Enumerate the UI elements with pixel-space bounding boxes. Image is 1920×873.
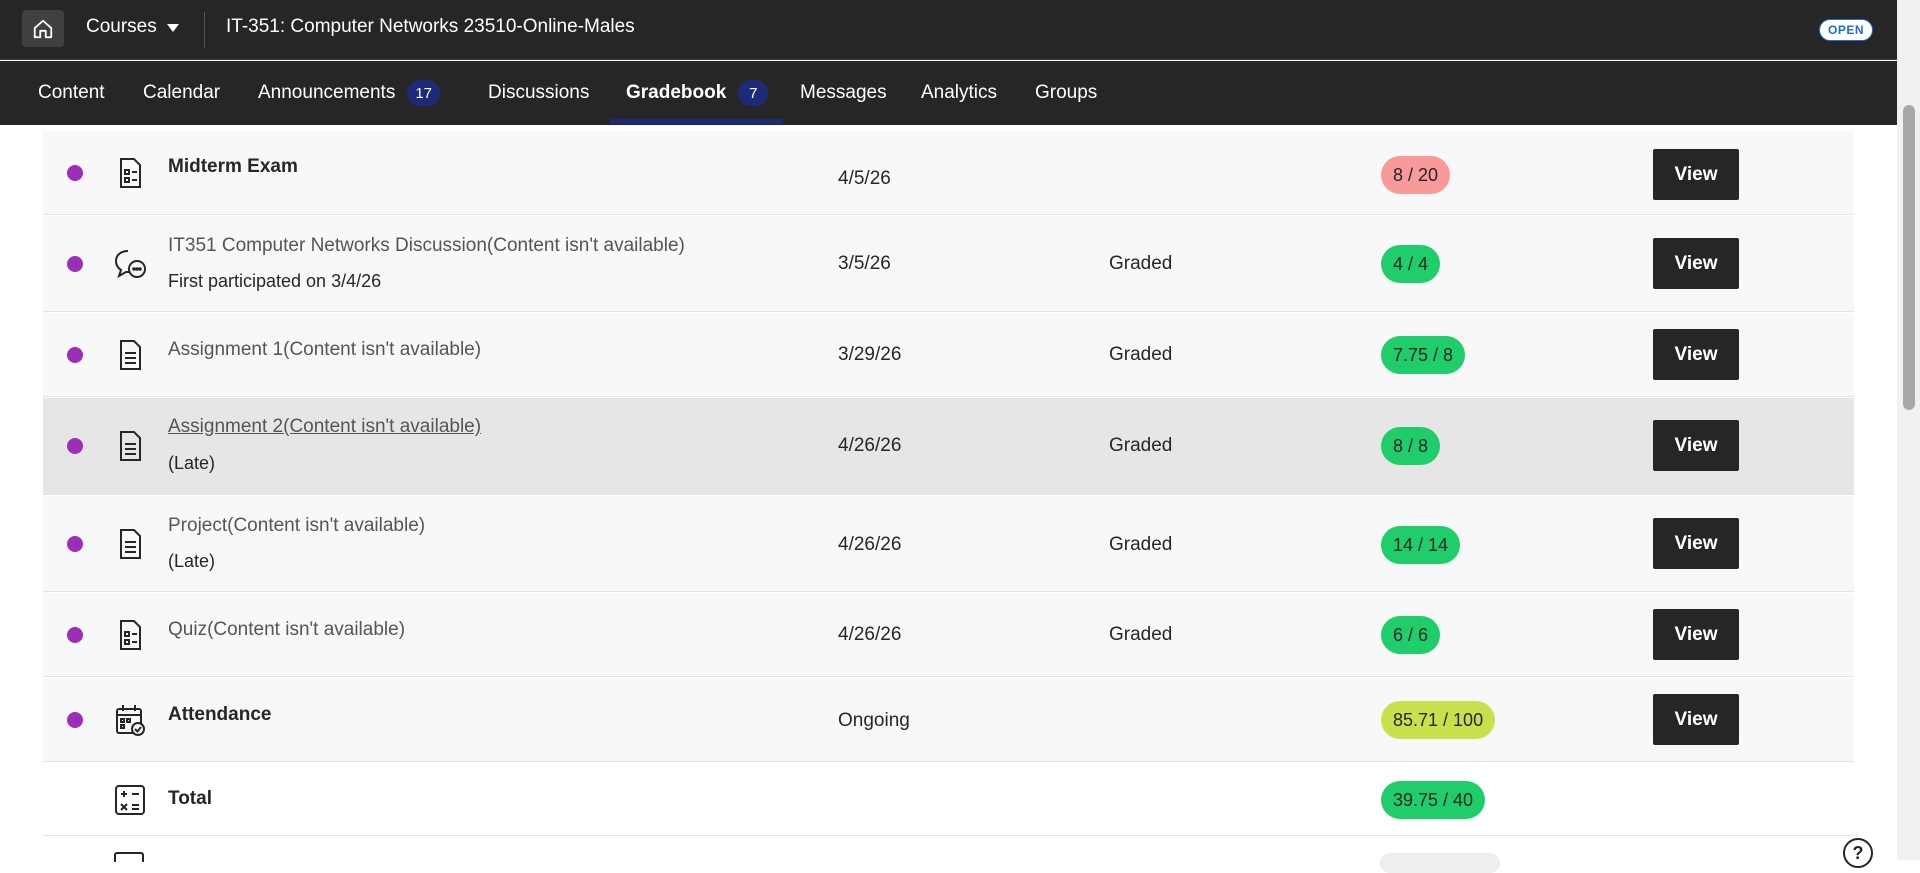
tab-label: Messages — [800, 82, 887, 103]
item-status: Graded — [1109, 624, 1173, 645]
grade-pill: 7.75 / 8 — [1381, 336, 1466, 374]
tab-discussions[interactable]: Discussions — [488, 61, 589, 125]
grade-pill: 6 / 6 — [1381, 616, 1441, 654]
home-icon — [33, 19, 53, 38]
item-name[interactable]: Midterm Exam — [168, 156, 298, 178]
item-status: Graded — [1109, 435, 1173, 456]
view-button[interactable]: View — [1653, 694, 1739, 745]
grade-pill: 8 / 8 — [1381, 427, 1441, 465]
item-name[interactable]: IT351 Computer Networks Discussion(Conte… — [168, 235, 685, 257]
tab-label: Groups — [1035, 82, 1098, 103]
view-button[interactable]: View — [1653, 329, 1739, 380]
gradebook-count-badge: 7 — [738, 80, 769, 106]
course-nav: Content Calendar Announcements 17 Discus… — [0, 61, 1897, 125]
grade-pill: 85.71 / 100 — [1381, 701, 1496, 739]
unread-dot — [67, 627, 83, 643]
scrollbar-thumb[interactable] — [1903, 105, 1915, 410]
item-name: Total — [168, 788, 212, 809]
view-button[interactable]: View — [1653, 238, 1739, 289]
item-name[interactable]: Project(Content isn't available) — [168, 515, 425, 537]
courses-menu-button[interactable]: Courses — [86, 16, 179, 38]
item-date: 4/26/26 — [838, 534, 902, 555]
total-grade-pill: 39.75 / 40 — [1381, 781, 1486, 819]
table-row[interactable]: IT351 Computer Networks Discussion(Conte… — [43, 216, 1854, 312]
tab-messages[interactable]: Messages — [800, 61, 887, 125]
tab-label: Announcements — [258, 82, 396, 103]
unread-dot — [67, 536, 83, 552]
tab-label: Calendar — [143, 82, 221, 103]
item-status: Graded — [1109, 253, 1173, 274]
home-button[interactable] — [22, 10, 64, 47]
course-title: IT-351: Computer Networks 23510-Online-M… — [226, 16, 635, 37]
view-button[interactable]: View — [1653, 420, 1739, 471]
attendance-icon — [116, 705, 145, 736]
grade-pill: 8 / 20 — [1381, 156, 1451, 194]
item-name[interactable]: Assignment 1(Content isn't available) — [168, 339, 481, 361]
view-button[interactable]: View — [1653, 149, 1739, 200]
table-row[interactable]: Assignment 1(Content isn't available) 3/… — [43, 313, 1854, 397]
item-date: 4/5/26 — [838, 168, 891, 189]
grade-pill: 14 / 14 — [1381, 526, 1461, 564]
header-divider — [204, 12, 205, 48]
test-icon — [120, 158, 141, 188]
courses-label: Courses — [86, 16, 157, 37]
help-icon[interactable]: ? — [1843, 838, 1873, 868]
table-row[interactable]: Project(Content isn't available) (Late) … — [43, 496, 1854, 592]
tab-label: Gradebook — [626, 82, 727, 103]
tab-label: Content — [38, 82, 105, 103]
unread-dot — [67, 165, 83, 181]
test-icon — [120, 620, 141, 650]
table-row[interactable]: Midterm Exam 4/5/26 8 / 20 View — [43, 131, 1854, 215]
unread-dot — [67, 438, 83, 454]
table-row[interactable]: Assignment 2(Content isn't available) (L… — [43, 398, 1854, 495]
course-header: Courses IT-351: Computer Networks 23510-… — [0, 0, 1897, 60]
document-icon — [120, 340, 141, 370]
table-row[interactable]: Quiz(Content isn't available) 4/26/26 Gr… — [43, 593, 1854, 677]
view-button[interactable]: View — [1653, 609, 1739, 660]
item-date: 3/29/26 — [838, 344, 902, 365]
tab-label: Analytics — [921, 82, 998, 103]
status-badge: OPEN — [1819, 19, 1874, 41]
view-button[interactable]: View — [1653, 518, 1739, 569]
unread-dot — [67, 256, 83, 272]
announcements-count-badge: 17 — [407, 80, 441, 106]
item-name[interactable]: Attendance — [168, 704, 271, 726]
item-subtext: First participated on 3/4/26 — [168, 271, 382, 291]
tab-label: Discussions — [488, 82, 590, 103]
item-date: 4/26/26 — [838, 624, 902, 645]
unread-dot — [67, 712, 83, 728]
item-name[interactable]: Quiz(Content isn't available) — [168, 619, 405, 641]
total-row: Total 39.75 / 40 — [43, 763, 1854, 836]
item-subtext: (Late) — [168, 551, 216, 571]
calculator-icon — [115, 785, 145, 815]
grade-pill: 4 / 4 — [1381, 245, 1441, 283]
item-date: 4/26/26 — [838, 435, 902, 456]
tab-content[interactable]: Content — [38, 61, 105, 125]
item-subtext: (Late) — [168, 453, 216, 473]
item-date: Ongoing — [838, 710, 910, 731]
item-name[interactable]: Assignment 2(Content isn't available) — [168, 416, 481, 438]
document-icon — [114, 852, 144, 862]
item-status: Graded — [1109, 344, 1173, 365]
grade-pill — [1380, 853, 1500, 873]
tab-announcements[interactable]: Announcements 17 — [258, 61, 441, 125]
help-glyph: ? — [1852, 842, 1864, 863]
table-row[interactable]: Attendance Ongoing 85.71 / 100 View — [43, 678, 1854, 762]
tab-analytics[interactable]: Analytics — [921, 61, 997, 125]
active-tab-indicator — [610, 119, 783, 124]
document-icon — [120, 529, 141, 559]
document-icon — [120, 431, 141, 461]
discussion-icon — [114, 250, 146, 279]
item-status: Graded — [1109, 534, 1173, 555]
item-date: 3/5/26 — [838, 253, 891, 274]
unread-dot — [67, 347, 83, 363]
chevron-down-icon — [166, 24, 179, 32]
tab-groups[interactable]: Groups — [1035, 61, 1097, 125]
tab-calendar[interactable]: Calendar — [143, 61, 220, 125]
tab-gradebook[interactable]: Gradebook 7 — [626, 61, 769, 125]
